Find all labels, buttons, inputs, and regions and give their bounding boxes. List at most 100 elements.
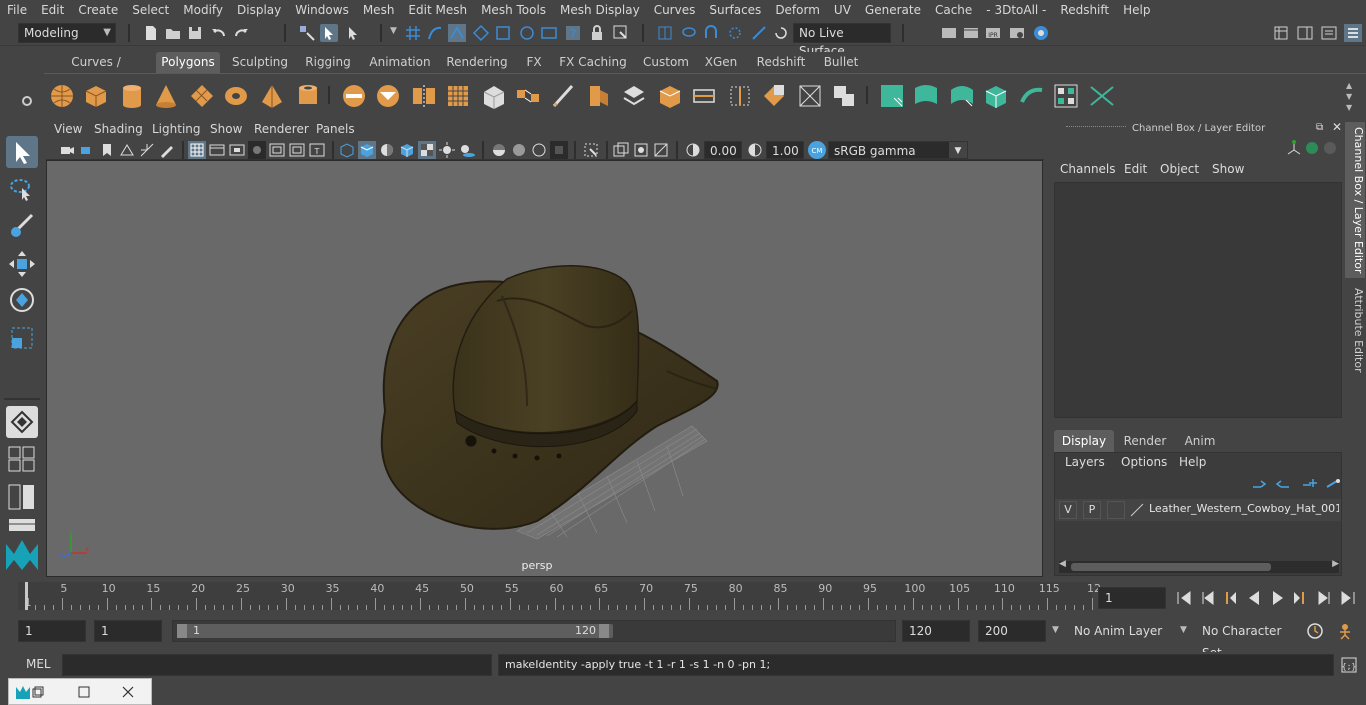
tab-polygons[interactable]: Polygons <box>156 52 220 73</box>
menu-mesh[interactable]: Mesh <box>356 3 402 17</box>
camera-select-icon[interactable] <box>58 141 76 159</box>
move-tool-icon[interactable] <box>6 248 38 280</box>
2d-pan-zoom-icon[interactable] <box>138 141 156 159</box>
attribute-editor-icon[interactable] <box>1320 24 1338 42</box>
use-all-lights-icon[interactable] <box>438 141 456 159</box>
animation-prefs-icon[interactable] <box>1334 622 1356 640</box>
tab-animation[interactable]: Animation <box>364 52 436 73</box>
viewport-menu-lighting[interactable]: Lighting <box>152 122 201 136</box>
tab-channel-box[interactable]: Channel Box / Layer Editor <box>1345 122 1365 278</box>
grid-icon[interactable] <box>188 141 206 159</box>
restore-icon[interactable] <box>31 685 45 699</box>
combine-icon[interactable] <box>340 82 368 110</box>
select-tool-icon[interactable] <box>6 136 38 168</box>
uv-unfold-icon[interactable] <box>1018 82 1046 110</box>
merge-icon[interactable] <box>796 82 824 110</box>
snap-to-view-plane-icon[interactable] <box>472 24 490 42</box>
tab-rendering[interactable]: Rendering <box>442 52 512 73</box>
menu-uv[interactable]: UV <box>827 3 858 17</box>
tab-fx[interactable]: FX <box>520 52 548 73</box>
shelf-scroll-icon[interactable]: ▲ ▼ ▼ <box>1346 80 1352 113</box>
anim-layer-select[interactable]: No Anim Layer <box>1068 620 1168 642</box>
snap-to-grid-icon[interactable] <box>404 24 422 42</box>
channel-menu-show[interactable]: Show <box>1212 162 1244 176</box>
field-chart-icon[interactable] <box>268 141 286 159</box>
menu-deform[interactable]: Deform <box>768 3 827 17</box>
viewport-menu-shading[interactable]: Shading <box>94 122 143 136</box>
tab-bullet[interactable]: Bullet <box>818 52 864 73</box>
layer-scrollbar[interactable]: ◀ ▶ <box>1059 559 1339 573</box>
lasso-icon[interactable] <box>680 24 698 42</box>
camera-attributes-icon[interactable] <box>78 141 96 159</box>
smooth-icon[interactable] <box>444 82 472 110</box>
render-view-icon[interactable] <box>940 24 958 42</box>
menu-file[interactable]: File <box>0 3 34 17</box>
layer-type-toggle[interactable] <box>1107 501 1125 519</box>
snap-to-curve-icon[interactable] <box>426 24 444 42</box>
render-frame-icon[interactable] <box>962 24 980 42</box>
select-highlight-icon[interactable] <box>612 24 630 42</box>
ipr-render-icon[interactable]: IPR <box>984 24 1002 42</box>
safe-action-icon[interactable] <box>288 141 306 159</box>
menu-modify[interactable]: Modify <box>176 3 230 17</box>
open-scene-icon[interactable] <box>164 24 182 42</box>
textured-icon[interactable] <box>418 141 436 159</box>
menu-select[interactable]: Select <box>125 3 176 17</box>
poly-pipe-icon[interactable] <box>294 82 322 110</box>
poke-icon[interactable] <box>656 82 684 110</box>
scrollbar-thumb[interactable] <box>1071 563 1271 571</box>
script-editor-icon[interactable]: {;} <box>1340 656 1358 674</box>
go-to-end-icon[interactable] <box>1338 588 1358 608</box>
tab-attribute-editor[interactable]: Attribute Editor <box>1345 284 1365 376</box>
poly-cone-icon[interactable] <box>152 82 180 110</box>
mode-selector[interactable]: Modeling ▼ <box>18 23 116 43</box>
chevron-down-icon[interactable]: ▼ <box>1052 625 1059 635</box>
select-by-object-icon[interactable] <box>320 24 338 42</box>
extrude-icon[interactable] <box>480 82 508 110</box>
lock-icon[interactable] <box>588 24 606 42</box>
grease-pencil-icon[interactable] <box>158 141 176 159</box>
menu-mesh-display[interactable]: Mesh Display <box>553 3 647 17</box>
menu-cache[interactable]: Cache <box>928 3 979 17</box>
channel-box-icon[interactable] <box>1344 24 1362 42</box>
range-handle-end[interactable] <box>599 624 609 638</box>
poly-cube-icon[interactable] <box>82 82 110 110</box>
menu-edit-mesh[interactable]: Edit Mesh <box>401 3 474 17</box>
safe-title-icon[interactable]: T <box>308 141 326 159</box>
gamma-field[interactable]: 1.00 <box>766 141 804 159</box>
crease-icon[interactable] <box>726 82 754 110</box>
manipulator-axes-icon[interactable] <box>1286 140 1302 156</box>
depth-of-field-icon[interactable] <box>550 141 568 159</box>
step-forward-key-icon[interactable] <box>1314 588 1334 608</box>
menu-display[interactable]: Display <box>230 3 288 17</box>
poly-sphere-icon[interactable] <box>48 82 76 110</box>
multi-cut-icon[interactable] <box>550 82 578 110</box>
select-by-component-icon[interactable] <box>344 24 362 42</box>
symmetry-icon[interactable] <box>656 24 674 42</box>
tab-custom[interactable]: Custom <box>638 52 694 73</box>
view-transform-select[interactable]: sRGB gamma ▼ <box>828 141 968 159</box>
channel-menu-edit[interactable]: Edit <box>1124 162 1147 176</box>
resolution-gate-icon[interactable] <box>228 141 246 159</box>
redo-icon[interactable] <box>232 24 250 42</box>
poly-cylinder-icon[interactable] <box>118 82 146 110</box>
rotate-tool-icon[interactable] <box>6 284 38 316</box>
close-icon[interactable]: ✕ <box>1332 120 1342 134</box>
film-icon[interactable] <box>540 24 558 42</box>
xray-icon[interactable] <box>612 141 630 159</box>
go-to-start-icon[interactable] <box>1174 588 1194 608</box>
perspective-viewport[interactable]: y x z persp <box>46 160 1043 577</box>
soft-select-icon[interactable] <box>726 24 744 42</box>
layout-quad-icon[interactable] <box>8 446 36 472</box>
undo-icon[interactable] <box>210 24 228 42</box>
scroll-left-icon[interactable]: ◀ <box>1059 559 1066 569</box>
viewport-menu-view[interactable]: View <box>54 122 82 136</box>
tab-render[interactable]: Render <box>1116 430 1174 452</box>
screen-space-ao-icon[interactable] <box>490 141 508 159</box>
auto-key-icon[interactable] <box>1306 622 1324 640</box>
poly-plane-icon[interactable] <box>188 82 216 110</box>
layout-single-icon[interactable] <box>8 518 36 532</box>
uv-cylindrical-icon[interactable] <box>912 82 940 110</box>
hypershade-icon[interactable] <box>1032 24 1050 42</box>
layer-visibility-toggle[interactable]: V <box>1059 501 1077 519</box>
